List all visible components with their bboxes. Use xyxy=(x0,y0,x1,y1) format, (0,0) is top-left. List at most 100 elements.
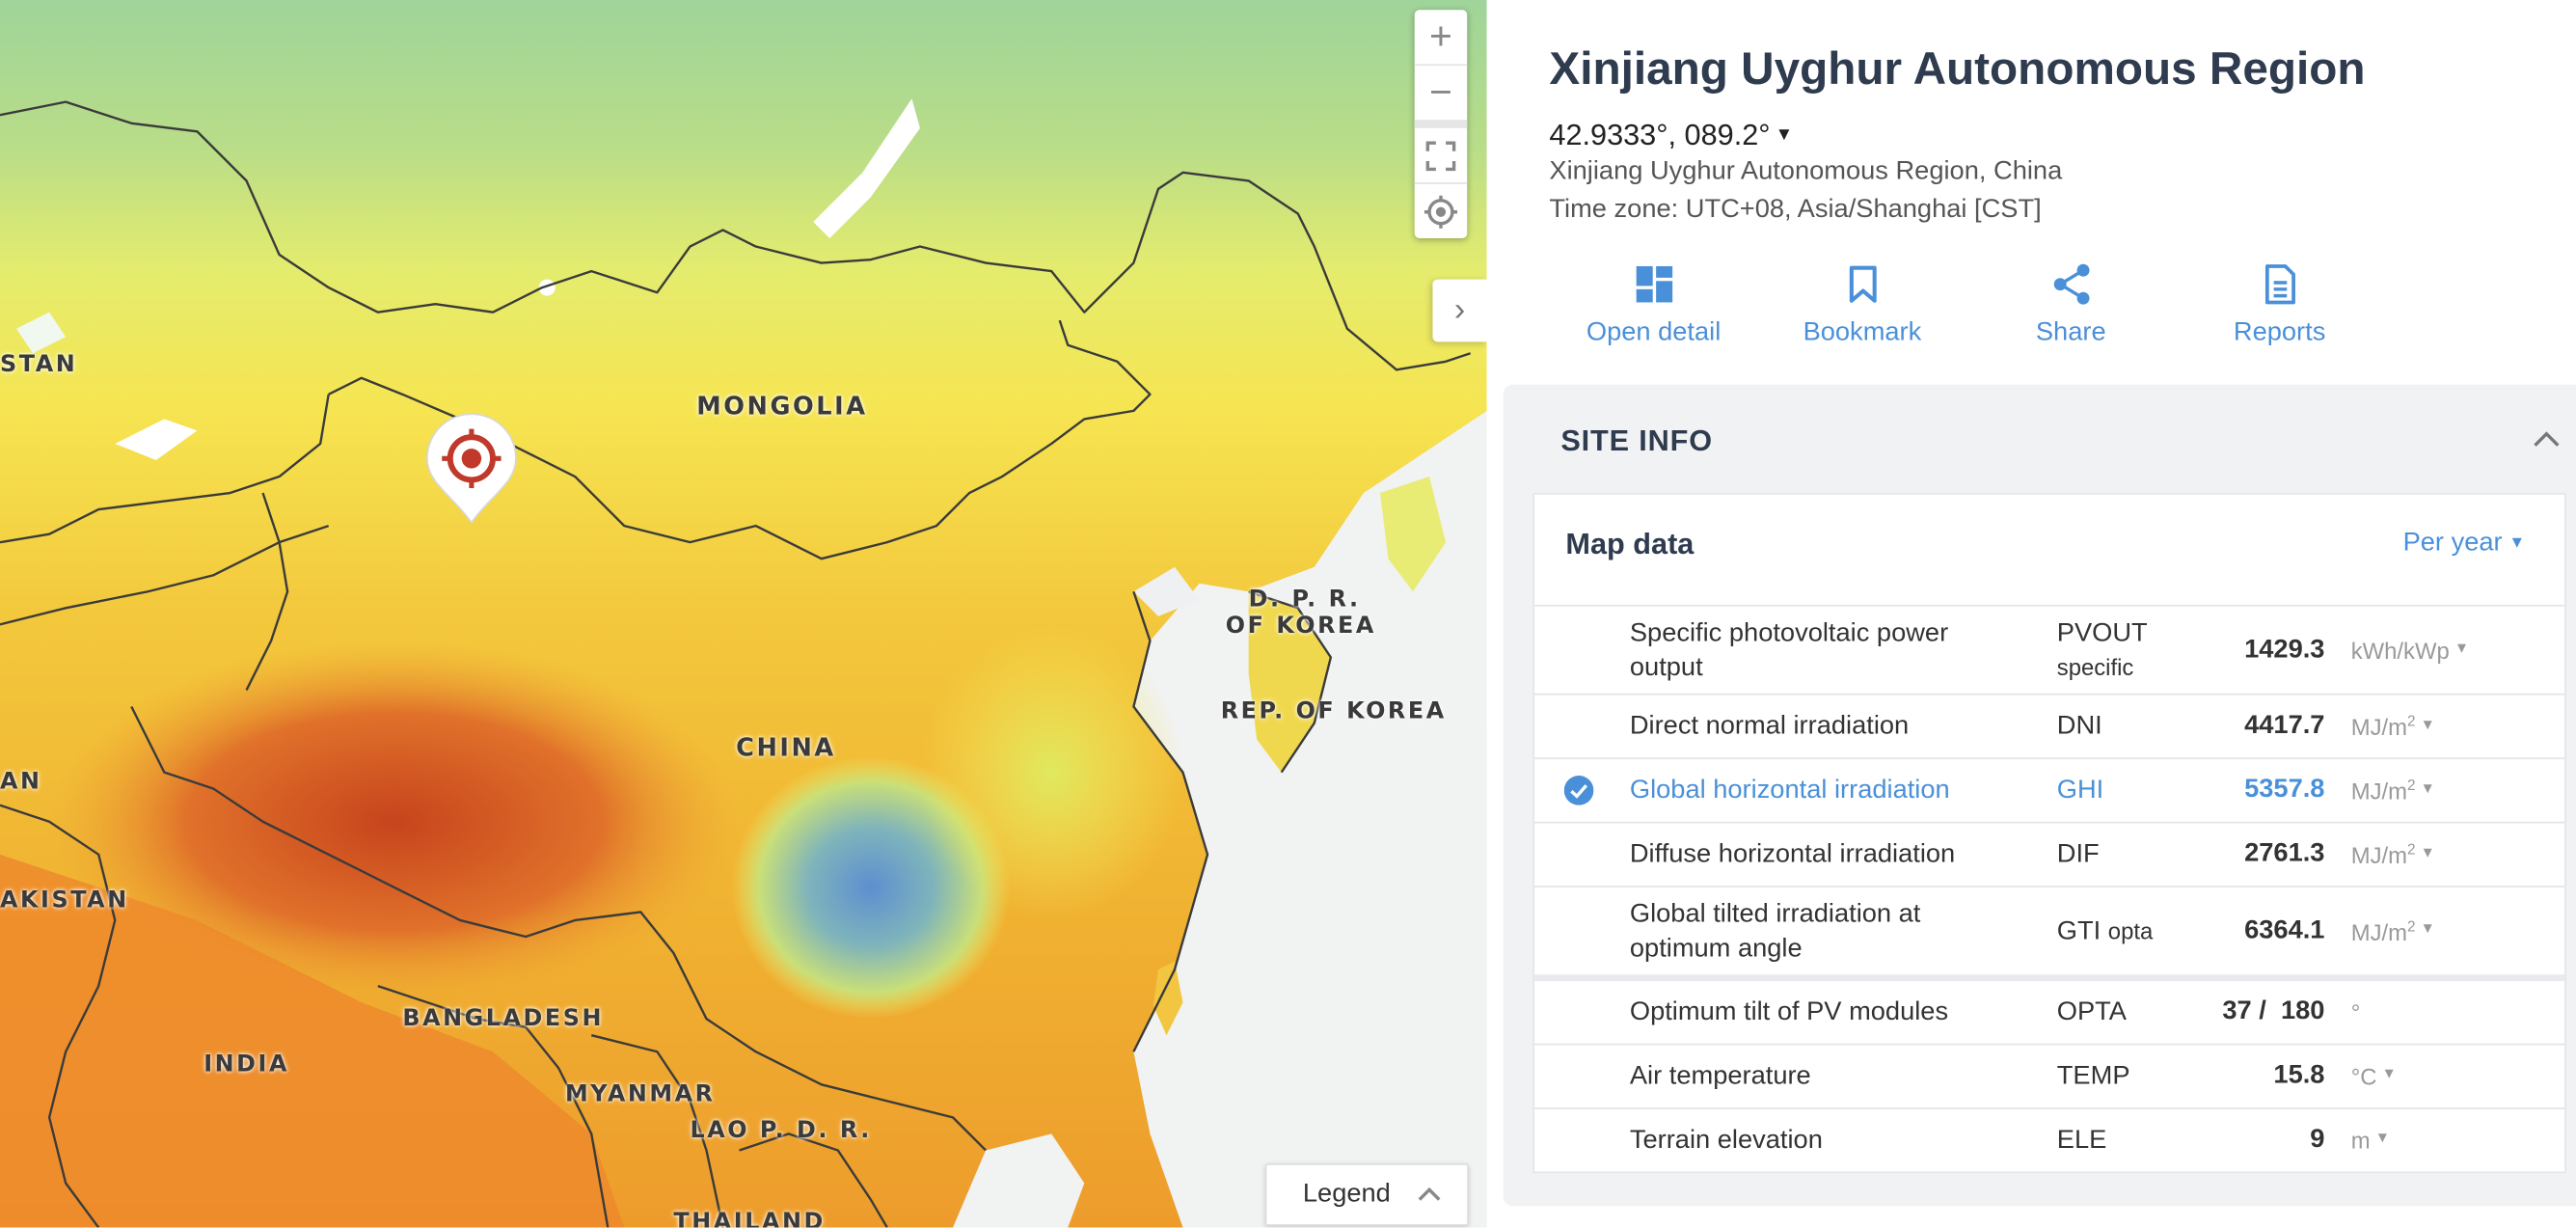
bookmark-button[interactable]: Bookmark xyxy=(1758,259,1966,348)
unit-dropdown[interactable]: kWh/kWp ▼ xyxy=(2351,637,2469,663)
row-name: Global tilted irradiation at optimum ang… xyxy=(1629,899,1921,963)
map-data-row[interactable]: Diffuse horizontal irradiation DIF 2761.3 M… xyxy=(1534,821,2565,886)
action-bar: Open detail Bookmark Share Reports xyxy=(1549,259,2387,348)
unit-dropdown[interactable]: MJ/m2 ▼ xyxy=(2351,713,2435,740)
row-value: 15.8 xyxy=(2273,1061,2325,1090)
site-panel: Xinjiang Uyghur Autonomous Region 42.933… xyxy=(1486,0,2576,1228)
row-abbr-main: GHI xyxy=(2056,776,2104,805)
row-abbr-main: DNI xyxy=(2056,712,2102,741)
map-data-rows: Specific photovoltaic power output PVOUT s… xyxy=(1534,604,2565,1172)
row-abbreviation: ELE xyxy=(2057,1123,2107,1158)
row-unit-superscript: 2 xyxy=(2407,916,2416,934)
row-unit: ° xyxy=(2350,998,2361,1025)
row-abbr-main: GTI xyxy=(2056,916,2101,945)
open-detail-button[interactable]: Open detail xyxy=(1549,259,1757,348)
map-data-row[interactable]: Global horizontal irradiation GHI 5357.8 MJ… xyxy=(1534,757,2565,821)
unit-dropdown[interactable]: MJ/m2 ▼ xyxy=(2351,841,2435,868)
caret-down-icon: ▼ xyxy=(2508,533,2526,553)
row-name: Global horizontal irradiation xyxy=(1629,776,1950,805)
bookmark-label: Bookmark xyxy=(1803,318,1922,347)
row-value: 6364.1 xyxy=(2244,915,2325,944)
zoom-out-button[interactable]: − xyxy=(1414,66,1468,123)
reports-label: Reports xyxy=(2233,318,2326,347)
locate-me-button[interactable] xyxy=(1415,184,1468,238)
dashboard-icon xyxy=(1635,265,1672,303)
timezone-text: Time zone: UTC+08, Asia/Shanghai [CST] xyxy=(1549,195,2042,224)
chevron-right-icon: › xyxy=(1453,291,1466,328)
fullscreen-icon xyxy=(1425,140,1456,171)
caret-down-icon: ▼ xyxy=(1775,124,1794,145)
country-label-laos: LAO P. D. R. xyxy=(690,1117,872,1144)
country-label-rok: REP. OF KOREA xyxy=(1220,697,1447,725)
map-data-row[interactable]: Direct normal irradiation DNI 4417.7 MJ/m2 ▼ xyxy=(1534,693,2565,757)
caret-down-icon: ▼ xyxy=(2381,1064,2397,1081)
location-pin-marker[interactable] xyxy=(424,411,520,526)
period-dropdown[interactable]: Per year ▼ xyxy=(2403,530,2526,559)
coordinates-text: 42.9333°, 089.2° xyxy=(1549,118,1771,151)
caret-down-icon: ▼ xyxy=(2420,779,2435,797)
row-abbr-main: ELE xyxy=(2056,1126,2107,1155)
row-value: 5357.8 xyxy=(2244,776,2325,805)
country-label-thailand: THAILAND xyxy=(673,1209,826,1228)
legend-label: Legend xyxy=(1302,1180,1391,1209)
country-label-india: INDIA xyxy=(203,1051,289,1078)
country-label-myanmar: MYANMAR xyxy=(565,1080,716,1108)
share-button[interactable]: Share xyxy=(1966,259,2175,348)
row-value: 2761.3 xyxy=(2244,839,2325,868)
reports-button[interactable]: Reports xyxy=(2175,259,2383,348)
row-unit: MJ/m xyxy=(2350,841,2408,869)
row-unit: MJ/m xyxy=(2350,917,2408,945)
open-detail-label: Open detail xyxy=(1586,318,1722,347)
row-name: Air temperature xyxy=(1629,1062,1811,1091)
row-value: 1429.3 xyxy=(2244,635,2325,664)
row-abbr-main: OPTA xyxy=(2056,997,2127,1026)
unit-dropdown[interactable]: m ▼ xyxy=(2351,1128,2390,1154)
row-unit: MJ/m xyxy=(2350,778,2408,805)
bookmark-icon xyxy=(1848,265,1876,303)
map-data-row[interactable]: Optimum tilt of PV modules OPTA 37 / 180 ° xyxy=(1534,974,2565,1044)
caret-down-icon: ▼ xyxy=(2420,715,2435,732)
country-label-bangladesh: BANGLADESH xyxy=(402,1005,604,1032)
zoom-in-button[interactable]: + xyxy=(1414,10,1468,67)
country-label-dprk-2: OF KOREA xyxy=(1225,613,1376,640)
legend-button[interactable]: Legend xyxy=(1264,1163,1469,1226)
control-gap xyxy=(1414,122,1468,128)
row-unit: m xyxy=(2350,1127,2371,1154)
check-circle-icon xyxy=(1563,776,1594,805)
unit-dropdown[interactable]: °C ▼ xyxy=(2351,1063,2397,1089)
row-abbr-sub: specific xyxy=(2056,653,2134,680)
collapse-site-info-button[interactable] xyxy=(2534,421,2560,455)
collapse-panel-button[interactable]: › xyxy=(1432,279,1487,342)
row-unit: °C xyxy=(2350,1063,2377,1090)
share-label: Share xyxy=(2035,318,2106,347)
page-title: Xinjiang Uyghur Autonomous Region xyxy=(1549,42,2366,95)
unit-dropdown: ° xyxy=(2351,999,2361,1025)
map-zoom-controls: + − xyxy=(1414,10,1468,239)
caret-down-icon: ▼ xyxy=(2420,919,2435,937)
unit-dropdown[interactable]: MJ/m2 ▼ xyxy=(2351,777,2435,804)
site-info-section: SITE INFO Map data Per year ▼ Specific ph… xyxy=(1503,384,2576,1207)
country-label-stan: STAN xyxy=(0,351,78,378)
unit-dropdown[interactable]: MJ/m2 ▼ xyxy=(2351,917,2435,944)
row-name: Direct normal irradiation xyxy=(1629,712,1910,741)
row-abbreviation: DNI xyxy=(2057,709,2102,744)
solar-map[interactable]: STAN MONGOLIA D. P. R. OF KOREA REP. OF … xyxy=(0,0,1487,1228)
row-abbr-main: PVOUT xyxy=(2056,618,2148,647)
site-info-header[interactable]: SITE INFO xyxy=(1560,424,1713,459)
row-abbr-main: DIF xyxy=(2056,840,2100,869)
map-data-row[interactable]: Air temperature TEMP 15.8 °C ▼ xyxy=(1534,1043,2565,1107)
coordinates-dropdown[interactable]: 42.9333°, 089.2° ▼ xyxy=(1549,119,1793,153)
row-abbreviation: GHI xyxy=(2057,773,2103,807)
row-unit-superscript: 2 xyxy=(2407,777,2416,794)
country-label-dprk-1: D. P. R. xyxy=(1248,587,1361,614)
map-data-row[interactable]: Specific photovoltaic power output PVOUT s… xyxy=(1534,604,2565,694)
map-data-row[interactable]: Global tilted irradiation at optimum ang… xyxy=(1534,886,2565,974)
fullscreen-button[interactable] xyxy=(1414,128,1468,184)
location-text: Xinjiang Uyghur Autonomous Region, China xyxy=(1549,157,2063,186)
map-data-row[interactable]: Terrain elevation ELE 9 m ▼ xyxy=(1534,1107,2565,1171)
caret-down-icon: ▼ xyxy=(2454,638,2470,655)
row-abbreviation: DIF xyxy=(2057,837,2100,872)
country-label-an: AN xyxy=(0,769,42,796)
row-name: Optimum tilt of PV modules xyxy=(1629,997,1949,1026)
row-unit-superscript: 2 xyxy=(2407,712,2416,729)
